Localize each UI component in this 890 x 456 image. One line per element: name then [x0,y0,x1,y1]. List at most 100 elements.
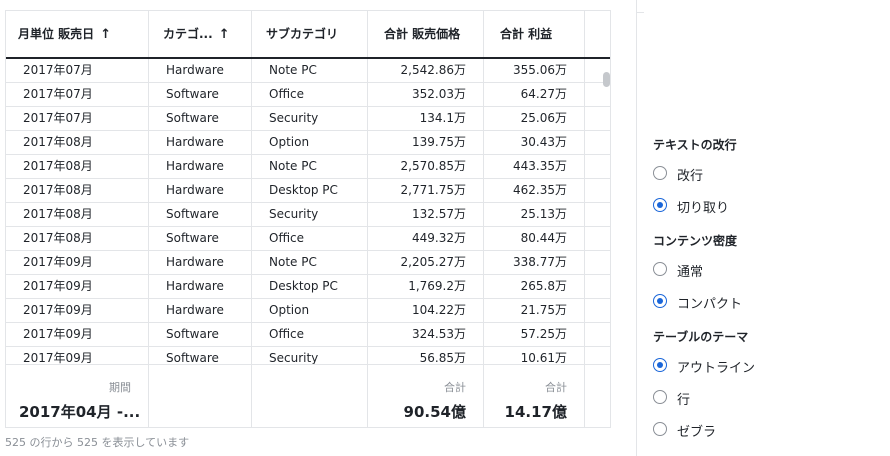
table-cell: Note PC [252,59,368,82]
table-row[interactable]: 2017年09月 Hardware Option 104.22万 21.75万 [6,299,610,323]
table-row[interactable]: 2017年07月 Software Office 352.03万 64.27万 [6,83,610,107]
radio-label: 行 [677,393,691,408]
table-cell-spacer [585,227,610,250]
table-cell: 352.03万 [368,83,484,106]
table-cell: Security [252,203,368,226]
table-row[interactable]: 2017年08月 Hardware Note PC 2,570.85万 443.35万 [6,155,610,179]
radio-button[interactable] [653,390,667,404]
footer-cell-empty [252,365,368,427]
radio-button[interactable] [653,262,667,276]
table-cell: Note PC [252,155,368,178]
table-cell: Hardware [149,179,252,202]
table-cell-spacer [585,275,610,298]
table-cell: 355.06万 [484,59,585,82]
table-row[interactable]: 2017年07月 Hardware Note PC 2,542.86万 355.06万 [6,59,610,83]
table-cell: 21.75万 [484,299,585,322]
table-cell-spacer [585,203,610,226]
text-wrap-title: テキストの改行 [653,138,737,152]
radio-button[interactable] [653,166,667,180]
table-cell: Office [252,83,368,106]
column-header-label: サブカテゴリ [266,27,339,41]
table-cell: 462.35万 [484,179,585,202]
footer-label: 合計 [444,381,466,394]
sort-ascending-icon: ↑ [218,27,230,42]
column-header-subcategory[interactable]: サブカテゴリ [252,11,368,57]
table-cell-spacer [585,179,610,202]
vertical-scrollbar[interactable] [603,72,610,87]
table-cell: Option [252,299,368,322]
table-cell: 57.25万 [484,323,585,346]
table-row[interactable]: 2017年08月 Hardware Option 139.75万 30.43万 [6,131,610,155]
footer-cell-period: 期間 2017年04月 -... [6,365,149,427]
table-cell: 449.32万 [368,227,484,250]
table-cell: 2,771.75万 [368,179,484,202]
table-cell: 2,570.85万 [368,155,484,178]
table-row[interactable]: 2017年08月 Hardware Desktop PC 2,771.75万 462.3… [6,179,610,203]
table-cell: 30.43万 [484,131,585,154]
table-body[interactable]: 2017年07月 Hardware Note PC 2,542.86万 355.06万 2… [6,59,610,364]
footer-value: 2017年04月 -... [19,403,141,421]
table-cell: Security [252,347,368,364]
table-cell: 2017年09月 [6,251,149,274]
table-cell: Desktop PC [252,275,368,298]
radio-label: 通常 [677,265,704,280]
table-header: 月単位 販売日 ↑ カテゴ... ↑ サブカテゴリ 合計 販売価格 合計 利益 [6,11,610,59]
table-cell: 265.8万 [484,275,585,298]
theme-title: テーブルのテーマ [653,330,749,344]
table-cell: 2017年08月 [6,203,149,226]
table-cell: 2017年07月 [6,107,149,130]
table-row[interactable]: 2017年09月 Hardware Note PC 2,205.27万 338.77万 [6,251,610,275]
table-cell: 56.85万 [368,347,484,364]
table-cell: 2017年09月 [6,347,149,364]
column-header-month[interactable]: 月単位 販売日 ↑ [6,11,149,57]
table-cell: 139.75万 [368,131,484,154]
table-cell: 2017年08月 [6,179,149,202]
footer-value: 14.17億 [504,403,567,421]
table-cell: Hardware [149,59,252,82]
table-cell: Office [252,323,368,346]
table-cell: Hardware [149,251,252,274]
table-cell-spacer [585,251,610,274]
density-title: コンテンツ密度 [653,234,738,248]
table-cell: 2,542.86万 [368,59,484,82]
table-cell: Hardware [149,275,252,298]
table-row[interactable]: 2017年09月 Software Office 324.53万 57.25万 [6,323,610,347]
table-cell: Hardware [149,155,252,178]
table-cell-spacer [585,299,610,322]
data-table: 月単位 販売日 ↑ カテゴ... ↑ サブカテゴリ 合計 販売価格 合計 利益 20… [5,10,611,428]
table-cell: 1,769.2万 [368,275,484,298]
table-cell: 10.61万 [484,347,585,364]
table-row[interactable]: 2017年08月 Software Office 449.32万 80.44万 [6,227,610,251]
table-cell: 2017年07月 [6,59,149,82]
table-row[interactable]: 2017年07月 Software Security 134.1万 25.06万 [6,107,610,131]
radio-button[interactable] [653,422,667,436]
radio-label: コンパクト [677,297,743,312]
radio-label: アウトライン [677,361,756,376]
column-header-profit[interactable]: 合計 利益 [484,11,585,57]
table-row[interactable]: 2017年08月 Software Security 132.57万 25.13万 [6,203,610,227]
table-cell: 2017年08月 [6,155,149,178]
table-row[interactable]: 2017年09月 Software Security 56.85万 10.61万 [6,347,610,364]
column-header-category[interactable]: カテゴ... ↑ [149,11,252,57]
table-row[interactable]: 2017年09月 Hardware Desktop PC 1,769.2万 265.8万 [6,275,610,299]
footer-cell-empty [149,365,252,427]
column-header-label: 合計 販売価格 [384,27,461,41]
table-cell: Security [252,107,368,130]
table-cell: 338.77万 [484,251,585,274]
table-cell-spacer [585,107,610,130]
radio-label: 改行 [677,169,704,184]
row-count-status: 525 の行から 525 を表示しています [5,436,190,449]
table-cell-spacer [585,347,610,364]
column-header-sales[interactable]: 合計 販売価格 [368,11,484,57]
sort-ascending-icon: ↑ [100,27,112,42]
table-cell: 2017年09月 [6,323,149,346]
radio-label: 切り取り [677,201,730,216]
radio-button-selected[interactable] [653,358,667,372]
radio-button-selected[interactable] [653,294,667,308]
table-cell: Software [149,83,252,106]
table-cell: 443.35万 [484,155,585,178]
table-cell: 64.27万 [484,83,585,106]
table-cell: 80.44万 [484,227,585,250]
radio-button-selected[interactable] [653,198,667,212]
footer-cell-sales: 合計 90.54億 [368,365,484,427]
